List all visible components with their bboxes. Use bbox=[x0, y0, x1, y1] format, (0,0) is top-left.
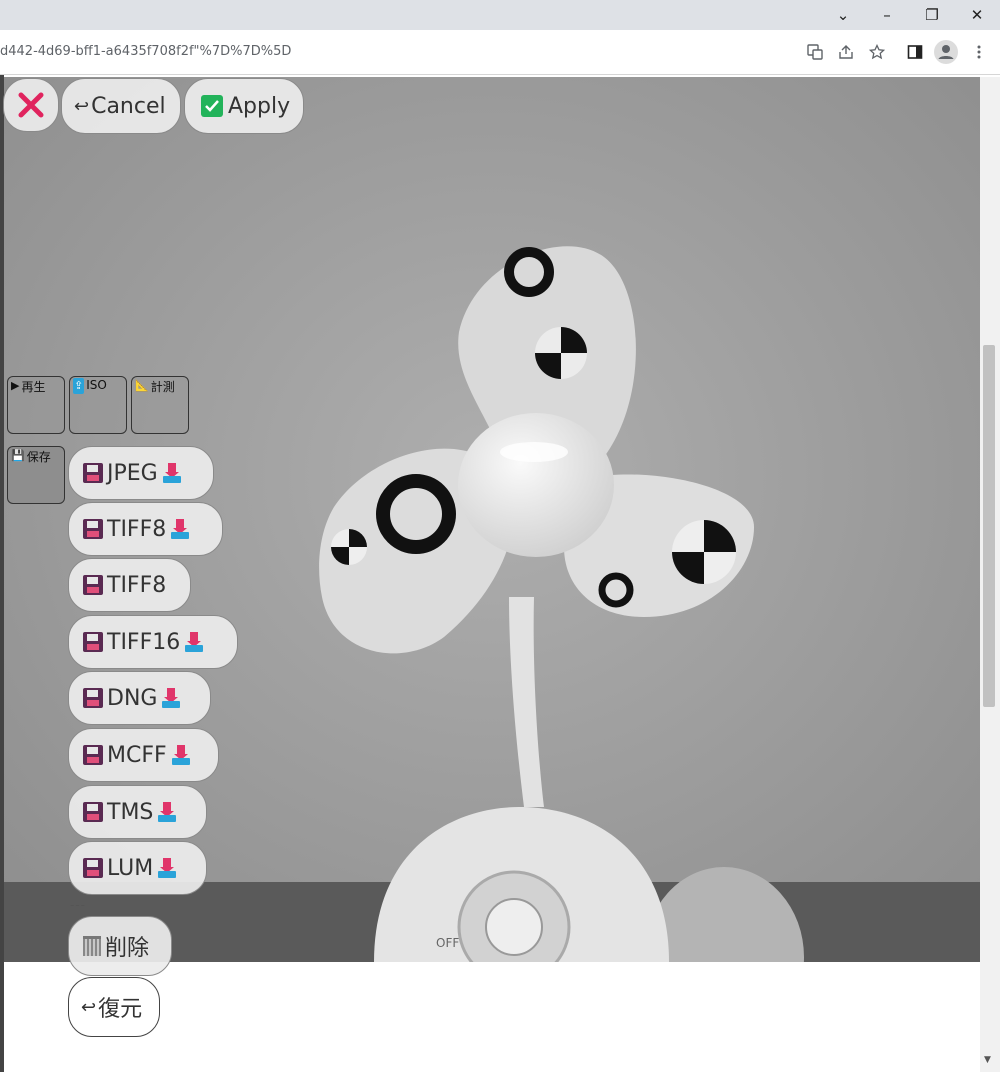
floppy-icon bbox=[83, 745, 103, 765]
floppy-icon bbox=[83, 858, 103, 878]
apply-label: Apply bbox=[228, 93, 291, 119]
mode-tile-label: 計測 bbox=[150, 380, 175, 394]
mode-tile-label: 再生 bbox=[21, 380, 46, 394]
floppy-icon bbox=[83, 575, 103, 595]
cancel-label: Cancel bbox=[91, 93, 166, 119]
play-icon: ▶ bbox=[11, 379, 20, 392]
format-label: DNG bbox=[107, 685, 158, 711]
download-icon bbox=[162, 688, 181, 708]
save-mcff-button[interactable]: MCFF bbox=[68, 728, 219, 782]
address-bar: d442-4d69-bff1-a6435f708f2f"%7D%7D%5D bbox=[0, 30, 1000, 75]
floppy-icon bbox=[83, 802, 103, 822]
mode-tile-iso[interactable]: ⇪ ISO bbox=[69, 376, 127, 434]
mode-tile-label: ISO bbox=[86, 378, 107, 392]
format-label: TIFF8 bbox=[107, 516, 167, 542]
format-label: LUM bbox=[107, 855, 154, 881]
checkmark-icon bbox=[201, 95, 223, 117]
mode-tile-playback[interactable]: ▶ 再生 bbox=[7, 376, 65, 434]
profile-icon[interactable] bbox=[934, 40, 958, 64]
floppy-icon bbox=[83, 519, 103, 539]
browser-titlebar: ⌄ – ❐ ✕ bbox=[0, 0, 1000, 30]
menu-icon[interactable] bbox=[967, 40, 991, 64]
close-x-icon bbox=[18, 92, 44, 118]
undo-arrow-icon: ↩ bbox=[81, 996, 97, 1018]
download-icon bbox=[158, 802, 177, 822]
save-tiff8-button[interactable]: TIFF8 bbox=[68, 558, 191, 612]
cancel-button[interactable]: ↩ Cancel bbox=[61, 78, 181, 134]
mode-tile-label: 保存 bbox=[26, 450, 51, 464]
download-icon bbox=[158, 858, 177, 878]
format-label: TIFF8 bbox=[107, 572, 167, 598]
mode-tile-save[interactable]: 💾 保存 bbox=[7, 446, 65, 504]
save-jpeg-button[interactable]: JPEG bbox=[68, 446, 214, 500]
mode-tile-measure[interactable]: 📐 計測 bbox=[131, 376, 189, 434]
restore-window-button[interactable]: ❐ bbox=[909, 0, 955, 30]
scroll-down-arrow-icon[interactable]: ▼ bbox=[984, 1055, 991, 1065]
translate-icon[interactable] bbox=[803, 40, 827, 64]
ruler-icon: 📐 bbox=[135, 379, 149, 392]
star-icon[interactable] bbox=[865, 40, 889, 64]
save-tiff8-download-button[interactable]: TIFF8 bbox=[68, 502, 223, 556]
floppy-icon: 💾 bbox=[11, 449, 25, 462]
side-panel-icon[interactable] bbox=[903, 40, 927, 64]
delete-label: 削除 bbox=[105, 936, 150, 961]
download-icon bbox=[171, 519, 190, 539]
close-window-button[interactable]: ✕ bbox=[954, 0, 1000, 30]
separator: --- bbox=[70, 898, 86, 912]
share-icon[interactable] bbox=[834, 40, 858, 64]
download-icon bbox=[171, 745, 190, 765]
url-text[interactable]: d442-4d69-bff1-a6435f708f2f"%7D%7D%5D bbox=[0, 44, 291, 59]
save-lum-button[interactable]: LUM bbox=[68, 841, 207, 895]
floppy-icon bbox=[83, 463, 103, 483]
floppy-icon bbox=[83, 688, 103, 708]
apply-button[interactable]: Apply bbox=[184, 78, 304, 134]
trash-icon bbox=[83, 936, 101, 956]
format-label: TMS bbox=[107, 799, 154, 825]
undo-arrow-icon: ↩ bbox=[74, 95, 90, 117]
format-label: JPEG bbox=[107, 460, 158, 486]
download-icon bbox=[162, 463, 181, 483]
save-tms-button[interactable]: TMS bbox=[68, 785, 207, 839]
download-icon bbox=[185, 632, 204, 652]
vertical-scrollbar[interactable]: ▼ bbox=[980, 77, 1000, 1072]
minimize-button[interactable]: – bbox=[864, 0, 910, 30]
restore-label: 復元 bbox=[98, 997, 143, 1022]
tab-search-icon[interactable]: ⌄ bbox=[820, 0, 866, 30]
save-tiff16-button[interactable]: TIFF16 bbox=[68, 615, 238, 669]
restore-button[interactable]: ↩ 復元 bbox=[68, 977, 160, 1037]
scrollbar-thumb[interactable] bbox=[983, 345, 995, 707]
format-label: TIFF16 bbox=[107, 629, 181, 655]
off-label: OFF bbox=[436, 936, 459, 950]
delete-button[interactable]: 削除 bbox=[68, 916, 172, 976]
iso-icon: ⇪ bbox=[73, 378, 85, 394]
format-label: MCFF bbox=[107, 742, 167, 768]
save-dng-button[interactable]: DNG bbox=[68, 671, 211, 725]
close-button[interactable] bbox=[3, 78, 59, 132]
floppy-icon bbox=[83, 632, 103, 652]
